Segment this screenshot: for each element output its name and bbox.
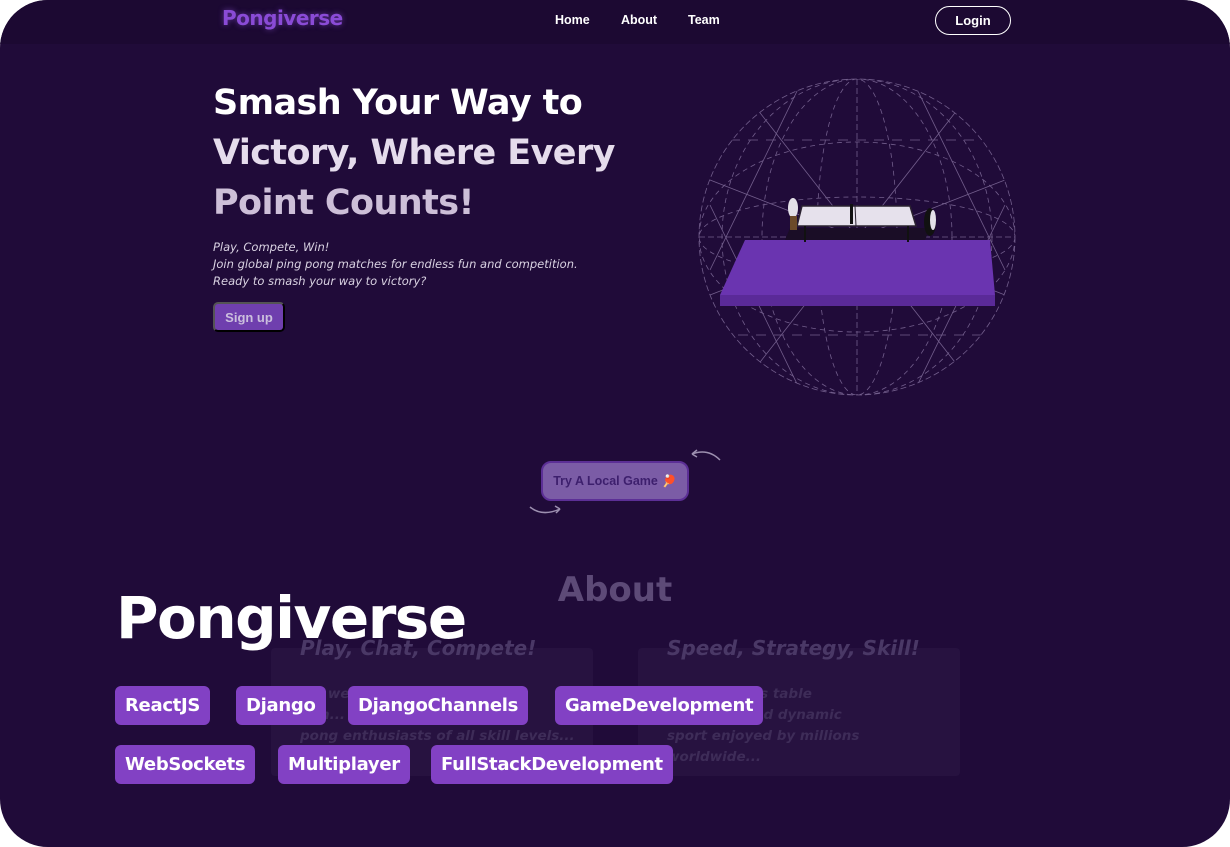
nav-home-link[interactable]: Home — [555, 13, 590, 27]
hero-title-line: Smash Your Way to — [213, 83, 583, 123]
hero-title-line: Victory, Where Every — [213, 133, 615, 173]
about-card-text-line: pong enthusiasts of all skill levels... — [300, 728, 575, 744]
about-card-title: Speed, Strategy, Skill! — [667, 636, 920, 660]
tag-badge: Multiplayer — [278, 745, 410, 784]
tag-badge: WebSockets — [115, 745, 256, 784]
hero-subtitle-line: Join global ping pong matches for endles… — [213, 257, 578, 271]
tag-badge: DjangoChannels — [348, 686, 529, 725]
ping-pong-paddle-icon: 🏓 — [661, 474, 677, 488]
login-button[interactable]: Login — [935, 6, 1011, 35]
tag-badge: FullStackDevelopment — [431, 745, 673, 784]
hero-subtitle-line: Play, Compete, Win! — [213, 240, 330, 254]
curved-arrow-icon — [691, 449, 721, 461]
tag-badge: GameDevelopment — [555, 686, 764, 725]
nav-about-link[interactable]: About — [621, 13, 657, 27]
about-card-text-line: sport enjoyed by millions — [667, 728, 860, 744]
project-title: Pongiverse — [116, 584, 467, 652]
curved-arrow-icon — [529, 505, 561, 514]
hero-title-line: Point Counts! — [213, 183, 474, 223]
hero-subtitle-line: Ready to smash your way to victory? — [213, 274, 427, 288]
try-local-game-button[interactable]: Try A Local Game 🏓 — [541, 461, 689, 501]
navbar: Pongiverse Home About Team Login — [0, 0, 1230, 44]
about-card-text-line: worldwide... — [667, 749, 761, 765]
hero-subtitle: Play, Compete, Win! Join global ping pon… — [213, 239, 633, 290]
hero-title: Smash Your Way to Victory, Where Every P… — [213, 78, 633, 228]
tag-badge: Django — [236, 686, 326, 725]
tag-badge: ReactJS — [115, 686, 211, 725]
globe-graphic — [698, 78, 1016, 396]
nav-team-link[interactable]: Team — [688, 13, 720, 27]
page-frame: Pongiverse Home About Team Login Smash Y… — [0, 0, 1230, 847]
signup-button[interactable]: Sign up — [213, 302, 285, 332]
try-local-game-label: Try A Local Game — [553, 474, 658, 488]
logo[interactable]: Pongiverse — [222, 6, 343, 30]
